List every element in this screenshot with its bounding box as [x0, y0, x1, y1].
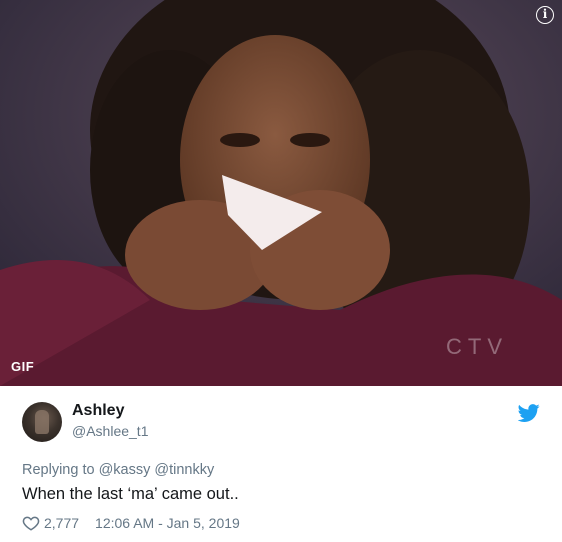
user-handle[interactable]: @Ashlee_t1 — [72, 423, 148, 439]
gif-frame-image — [0, 0, 562, 386]
gif-badge: GIF — [11, 359, 35, 374]
tweet-meta: 2,777 12:06 AM - Jan 5, 2019 — [22, 514, 240, 532]
twitter-bird-icon[interactable] — [518, 402, 540, 424]
tweet-text: When the last ‘ma’ came out.. — [22, 485, 239, 503]
timestamp[interactable]: 12:06 AM - Jan 5, 2019 — [95, 515, 240, 531]
tweet-card: Ashley @Ashlee_t1 Replying to @kassy @ti… — [0, 386, 562, 542]
ctv-watermark: CTV — [446, 334, 508, 359]
display-name[interactable]: Ashley — [72, 402, 124, 420]
avatar[interactable] — [22, 402, 62, 442]
heart-icon[interactable] — [22, 514, 40, 532]
replying-to-text[interactable]: Replying to @kassy @tinnkky — [22, 462, 214, 478]
info-icon[interactable]: i — [536, 6, 554, 24]
like-count[interactable]: 2,777 — [44, 515, 79, 531]
gif-media[interactable]: i CTV GIF — [0, 0, 562, 386]
